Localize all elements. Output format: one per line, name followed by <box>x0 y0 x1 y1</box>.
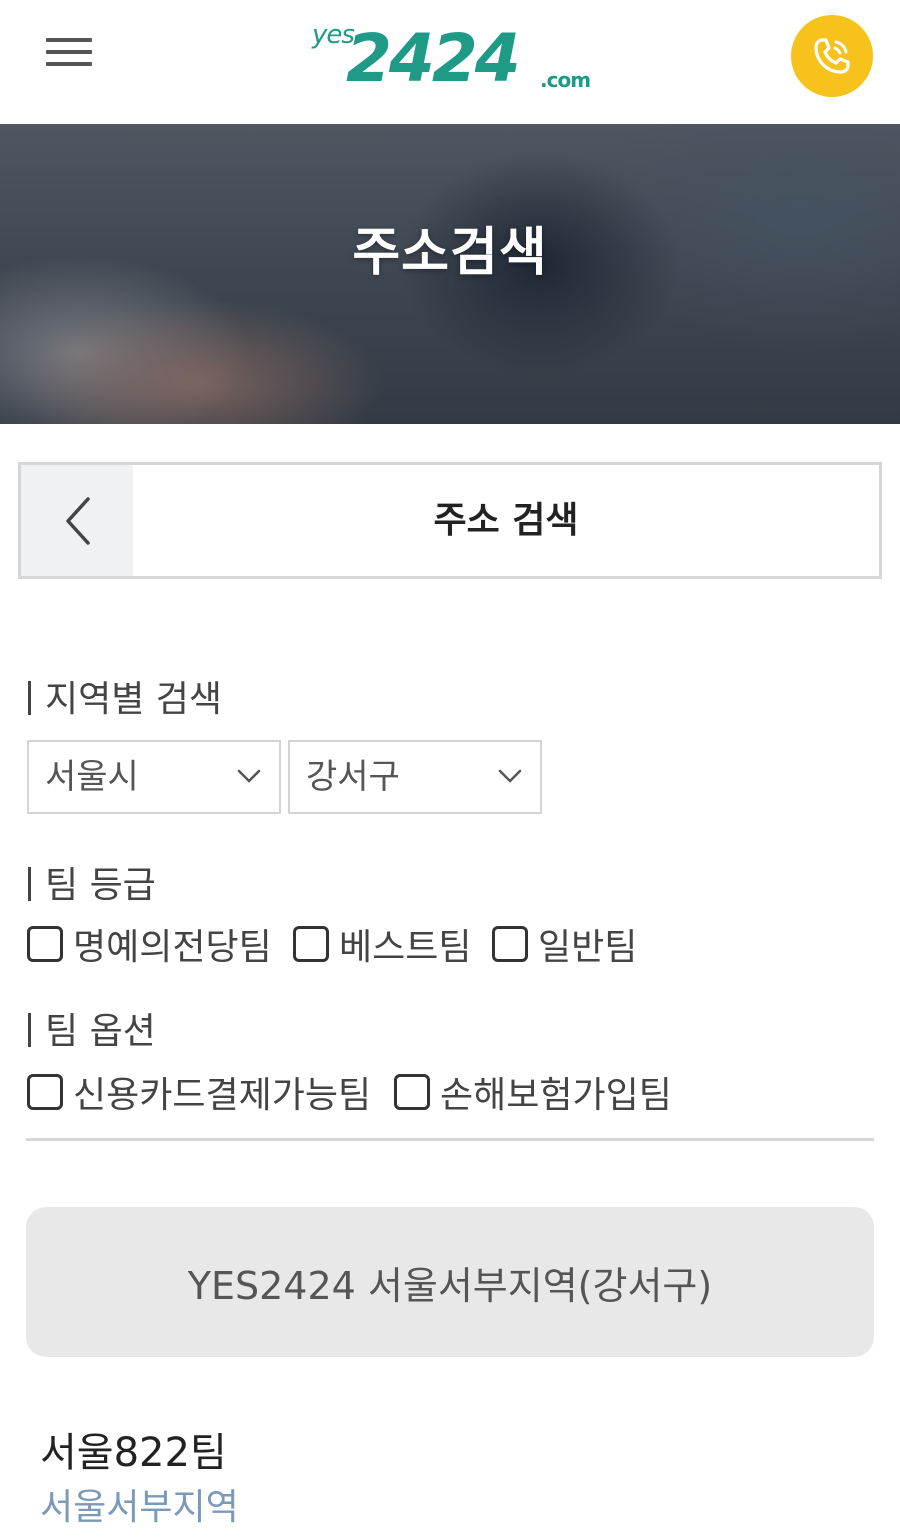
phone-icon <box>814 38 850 74</box>
team-option-label: 팀 옵션 <box>28 1002 156 1054</box>
district-select[interactable]: 강서구 <box>288 740 542 814</box>
checkbox-general-team[interactable]: 일반팀 <box>492 918 637 970</box>
city-select-value: 서울시 <box>45 757 139 797</box>
checkbox-label: 손해보험가입팀 <box>440 1075 672 1116</box>
header: yes 2424 .com <box>0 0 900 124</box>
checkbox-hall-of-fame-team[interactable]: 명예의전당팀 <box>27 918 272 970</box>
district-select-value: 강서구 <box>306 757 400 797</box>
hero-banner: 주소검색 <box>0 124 900 424</box>
region-result-button[interactable]: YES2424 서울서부지역(강서구) <box>26 1207 874 1357</box>
checkbox-label: 베스트팀 <box>339 927 472 968</box>
team-region: 서울서부지역 <box>40 1487 239 1528</box>
checkbox-best-team[interactable]: 베스트팀 <box>293 918 471 970</box>
checkbox-credit-card-team[interactable]: 신용카드결제가능팀 <box>27 1066 371 1118</box>
page-title: 주소 검색 <box>433 500 579 541</box>
team-grade-label: 팀 등급 <box>28 856 156 908</box>
logo-suffix: .com <box>540 68 591 92</box>
section-bar <box>28 681 31 715</box>
checkbox-box[interactable] <box>293 926 329 962</box>
back-button[interactable] <box>21 465 133 576</box>
logo[interactable]: yes 2424 .com <box>312 18 602 98</box>
hamburger-menu-icon[interactable] <box>46 38 92 72</box>
region-search-label-text: 지역별 검색 <box>45 679 223 720</box>
chevron-down-icon <box>498 769 522 783</box>
hero-title: 주소검색 <box>352 223 548 283</box>
divider <box>26 1138 874 1141</box>
checkbox-label: 일반팀 <box>538 927 638 968</box>
chevron-left-icon <box>66 496 90 545</box>
checkbox-insurance-team[interactable]: 손해보험가입팀 <box>394 1066 672 1118</box>
team-grade-label-text: 팀 등급 <box>45 865 156 906</box>
chevron-down-icon <box>237 769 261 783</box>
checkbox-box[interactable] <box>394 1074 430 1110</box>
city-select[interactable]: 서울시 <box>27 740 281 814</box>
call-button[interactable] <box>791 15 873 97</box>
region-search-label: 지역별 검색 <box>28 670 222 722</box>
team-name[interactable]: 서울822팀 <box>40 1420 227 1478</box>
checkbox-label: 명예의전당팀 <box>73 927 272 968</box>
logo-number: 2424 <box>346 20 521 97</box>
team-option-label-text: 팀 옵션 <box>45 1011 156 1052</box>
checkbox-box[interactable] <box>27 926 63 962</box>
checkbox-label: 신용카드결제가능팀 <box>73 1075 372 1116</box>
page-titlebar: 주소 검색 <box>18 462 882 579</box>
section-bar <box>28 1013 31 1047</box>
checkbox-box[interactable] <box>492 926 528 962</box>
section-bar <box>28 867 31 901</box>
checkbox-box[interactable] <box>27 1074 63 1110</box>
